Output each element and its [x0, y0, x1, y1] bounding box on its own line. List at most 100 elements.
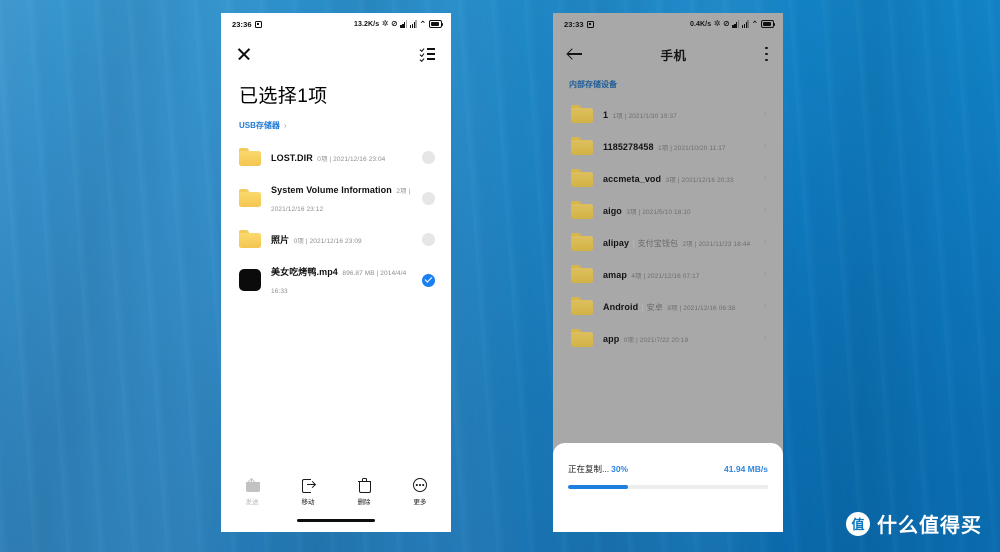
list-item-meta: 1185278458 1项 | 2021/10/20 11:17	[603, 137, 753, 155]
signal-bars-2-icon	[409, 20, 417, 28]
more-label: 更多	[413, 499, 427, 506]
right-phone-screen: 23:33 0.4K/s ✲ ⊘ ⌃ 手机 内部存储设备 › 1 1项 | 20…	[553, 13, 783, 532]
move-label: 移动	[301, 499, 315, 506]
delete-label: 删除	[357, 499, 371, 506]
select-radio-unchecked[interactable]	[422, 150, 435, 164]
signal-bars-2-icon	[741, 20, 749, 28]
left-bottom-toolbar: 发送 移动 删除 更多	[221, 478, 451, 506]
right-status-bar: 23:33 0.4K/s ✲ ⊘ ⌃	[553, 13, 783, 35]
file-name-alias: 支付宝钱包	[637, 239, 679, 248]
overflow-menu-button[interactable]	[765, 47, 768, 61]
select-radio-unchecked[interactable]	[422, 191, 435, 205]
list-item[interactable]: System Volume Information 2项 | 2021/12/1…	[221, 173, 451, 223]
mute-icon: ⊘	[391, 19, 398, 28]
home-indicator[interactable]	[297, 519, 375, 522]
file-name-main: Android	[603, 302, 639, 312]
kebab-menu-icon	[765, 47, 768, 61]
file-subtitle: 0项 | 2021/12/16 23:04	[317, 156, 386, 163]
file-name: Android | 安卓	[603, 302, 663, 312]
file-subtitle: 0项 | 2021/12/16 23:09	[293, 238, 362, 245]
folder-icon	[239, 230, 261, 248]
bluetooth-icon: ✲	[713, 19, 721, 28]
page-title: 已选择1项	[239, 86, 328, 107]
file-name: LOST.DIR	[271, 153, 313, 163]
name-separator: |	[641, 302, 644, 312]
folder-icon	[571, 329, 593, 347]
watermark: 值 什么值得买	[846, 509, 982, 538]
send-button[interactable]: 发送	[237, 478, 267, 506]
file-name: System Volume Information	[271, 185, 392, 195]
network-speed: 13.2K/s	[353, 20, 380, 28]
alarm-icon	[254, 20, 262, 28]
select-radio-checked[interactable]	[422, 273, 435, 287]
breadcrumb[interactable]: 内部存储设备 ›	[553, 73, 783, 96]
battery-icon	[761, 20, 776, 28]
list-item[interactable]: Android | 安卓 8项 | 2021/12/16 06:38 ›	[553, 290, 783, 322]
list-item[interactable]: aigo 3项 | 2021/5/10 18:10 ›	[553, 194, 783, 226]
list-item[interactable]: 美女吃烤鸭.mp4 896.87 MB | 2014/4/4 16:33	[221, 255, 451, 305]
list-item[interactable]: 1185278458 1项 | 2021/10/20 11:17 ›	[553, 130, 783, 162]
right-app-bar: 手机	[553, 35, 783, 73]
folder-icon	[571, 105, 593, 123]
move-button[interactable]: 移动	[293, 478, 323, 506]
folder-icon	[571, 201, 593, 219]
list-item-meta: 照片 0项 | 2021/12/16 23:09	[271, 230, 412, 248]
folder-icon	[571, 297, 593, 315]
copy-status-text: 正在复制... 30%	[568, 463, 628, 475]
select-all-button[interactable]	[419, 46, 435, 62]
list-item-meta: amap 4项 | 2021/12/16 07:17	[603, 265, 753, 283]
left-status-bar: 23:36 13.2K/s ✲ ⊘ ⌃	[221, 13, 451, 35]
file-name: 美女吃烤鸭.mp4	[271, 267, 338, 277]
file-name: 1	[603, 110, 609, 120]
list-item[interactable]: amap 4项 | 2021/12/16 07:17 ›	[553, 258, 783, 290]
status-time: 23:33	[564, 19, 584, 29]
wifi-icon: ⌃	[751, 18, 759, 29]
status-time: 23:36	[232, 19, 252, 29]
file-subtitle: 3项 | 2021/12/16 20:33	[665, 177, 734, 184]
file-name: aigo	[603, 206, 622, 216]
list-item-meta: 美女吃烤鸭.mp4 896.87 MB | 2014/4/4 16:33	[271, 262, 412, 298]
send-label: 发送	[245, 499, 259, 506]
file-subtitle: 0项 | 2021/7/22 20:19	[623, 337, 689, 344]
list-item[interactable]: LOST.DIR 0项 | 2021/12/16 23:04	[221, 141, 451, 173]
chevron-right-icon: ›	[763, 300, 767, 312]
wifi-icon: ⌃	[419, 18, 427, 29]
file-subtitle: 1项 | 2021/10/20 11:17	[658, 145, 726, 152]
share-icon	[245, 478, 260, 492]
folder-icon	[571, 137, 593, 155]
back-button[interactable]	[568, 48, 582, 60]
list-item-meta: 1 1项 | 2021/1/30 19:37	[603, 105, 753, 123]
chevron-right-icon: ›	[763, 332, 767, 344]
file-subtitle: 2项 | 2021/11/23 18:44	[682, 241, 751, 248]
list-item-meta: aigo 3项 | 2021/5/10 18:10	[603, 201, 753, 219]
list-item[interactable]: app 0项 | 2021/7/22 20:19 ›	[553, 322, 783, 354]
page-title: 手机	[660, 48, 687, 63]
more-button[interactable]: 更多	[405, 478, 435, 506]
alarm-icon	[586, 20, 594, 28]
trash-icon	[357, 478, 371, 493]
breadcrumb-label: 内部存储设备	[569, 80, 617, 89]
delete-button[interactable]: 删除	[349, 478, 379, 506]
file-subtitle: 4项 | 2021/12/16 07:17	[631, 273, 700, 280]
left-phone-screen: 23:36 13.2K/s ✲ ⊘ ⌃ 已选择1项 USB存储器 › LOST.…	[221, 13, 451, 532]
move-icon	[301, 478, 316, 493]
file-name: app	[603, 334, 620, 344]
file-name: amap	[603, 270, 627, 280]
watermark-logo-icon: 值	[846, 511, 870, 536]
list-item[interactable]: 1 1项 | 2021/1/30 19:37 ›	[553, 98, 783, 130]
chevron-right-icon: ›	[763, 140, 767, 152]
close-button[interactable]	[237, 48, 250, 61]
breadcrumb[interactable]: USB存储器 ›	[221, 110, 451, 139]
list-item[interactable]: accmeta_vod 3项 | 2021/12/16 20:33 ›	[553, 162, 783, 194]
right-file-list: 1 1项 | 2021/1/30 19:37 › 1185278458 1项 |…	[553, 96, 783, 356]
file-name: accmeta_vod	[603, 174, 662, 184]
list-item-meta: alipay | 支付宝钱包 2项 | 2021/11/23 18:44	[603, 233, 753, 251]
list-item[interactable]: alipay | 支付宝钱包 2项 | 2021/11/23 18:44 ›	[553, 226, 783, 258]
file-subtitle: 3项 | 2021/5/10 18:10	[626, 209, 691, 216]
list-item[interactable]: 照片 0项 | 2021/12/16 23:09	[221, 223, 451, 255]
file-name-alias: 安卓	[646, 303, 663, 312]
file-subtitle: 1项 | 2021/1/30 19:37	[612, 113, 677, 120]
signal-bars-1-icon	[400, 20, 408, 28]
copy-speed: 41.94 MB/s	[724, 464, 768, 474]
select-radio-unchecked[interactable]	[422, 232, 435, 246]
